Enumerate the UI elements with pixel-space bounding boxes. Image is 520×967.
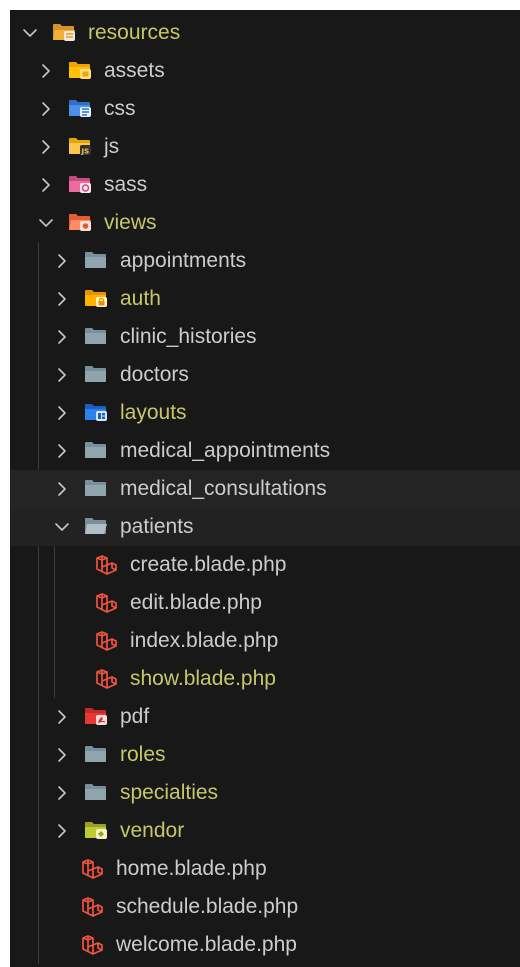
chevron-right-icon[interactable] bbox=[52, 783, 72, 803]
tree-item-label: clinic_histories bbox=[120, 325, 257, 348]
tree-item-label: vendor bbox=[120, 819, 185, 842]
tree-folder-roles[interactable]: roles bbox=[10, 736, 520, 774]
chevron-right-icon[interactable] bbox=[52, 289, 72, 309]
chevron-right-icon[interactable] bbox=[52, 441, 72, 461]
chevron-right-icon[interactable] bbox=[52, 327, 72, 347]
folder-views-open-icon bbox=[68, 212, 92, 232]
tree-folder-clinic-histories[interactable]: clinic_histories bbox=[10, 318, 520, 356]
tree-item-label: home.blade.php bbox=[116, 857, 267, 880]
tree-item-label: assets bbox=[104, 59, 165, 82]
tree-folder-assets[interactable]: assets bbox=[10, 52, 520, 90]
tree-item-label: edit.blade.php bbox=[130, 591, 262, 614]
tree-folder-pdf[interactable]: pdf bbox=[10, 698, 520, 736]
chevron-right-icon[interactable] bbox=[52, 479, 72, 499]
tree-item-label: views bbox=[104, 211, 157, 234]
laravel-blade-icon bbox=[94, 630, 118, 651]
tree-folder-specialties[interactable]: specialties bbox=[10, 774, 520, 812]
tree-file-index-blade-php[interactable]: index.blade.php bbox=[10, 622, 520, 660]
chevron-right-icon[interactable] bbox=[36, 99, 56, 119]
tree-item-label: auth bbox=[120, 287, 161, 310]
chevron-right-icon[interactable] bbox=[52, 821, 72, 841]
laravel-blade-icon bbox=[80, 896, 104, 917]
file-explorer: resources assets css JS js sass views appointme… bbox=[10, 10, 520, 967]
folder-icon bbox=[84, 744, 108, 764]
tree-item-label: pdf bbox=[120, 705, 150, 728]
tree-item-label: appointments bbox=[120, 249, 247, 272]
file-tree: resources assets css JS js sass views appointme… bbox=[10, 10, 520, 967]
folder-icon bbox=[84, 250, 108, 270]
tree-item-label: sass bbox=[104, 173, 148, 196]
tree-folder-css[interactable]: css bbox=[10, 90, 520, 128]
tree-item-label: patients bbox=[120, 515, 194, 538]
tree-item-label: roles bbox=[120, 743, 166, 766]
folder-layouts-icon bbox=[84, 402, 108, 422]
tree-item-label: medical_consultations bbox=[120, 477, 327, 500]
folder-pdf-icon bbox=[84, 706, 108, 726]
folder-open-icon bbox=[84, 516, 108, 536]
tree-item-label: medical_appointments bbox=[120, 439, 331, 462]
tree-item-label: specialties bbox=[120, 781, 219, 804]
chevron-right-icon[interactable] bbox=[36, 137, 56, 157]
tree-folder-medical-consultations[interactable]: medical_consultations bbox=[10, 470, 520, 508]
tree-folder-doctors[interactable]: doctors bbox=[10, 356, 520, 394]
tree-item-label: welcome.blade.php bbox=[116, 933, 297, 956]
tree-folder-medical-appointments[interactable]: medical_appointments bbox=[10, 432, 520, 470]
tree-item-label: js bbox=[104, 135, 120, 158]
laravel-blade-icon bbox=[94, 554, 118, 575]
tree-folder-vendor[interactable]: vendor bbox=[10, 812, 520, 850]
folder-css-icon bbox=[68, 98, 92, 118]
tree-file-welcome-blade-php[interactable]: welcome.blade.php bbox=[10, 926, 520, 964]
tree-folder-views[interactable]: views bbox=[10, 204, 520, 242]
tree-folder-js[interactable]: JS js bbox=[10, 128, 520, 166]
folder-resource-open-icon bbox=[52, 22, 76, 42]
tree-folder-resources[interactable]: resources bbox=[10, 14, 520, 52]
tree-file-edit-blade-php[interactable]: edit.blade.php bbox=[10, 584, 520, 622]
folder-icon bbox=[84, 478, 108, 498]
tree-folder-sass[interactable]: sass bbox=[10, 166, 520, 204]
tree-item-label: show.blade.php bbox=[130, 667, 276, 690]
laravel-blade-icon bbox=[80, 934, 104, 955]
tree-folder-appointments[interactable]: appointments bbox=[10, 242, 520, 280]
svg-text:JS: JS bbox=[81, 148, 90, 156]
laravel-blade-icon bbox=[94, 592, 118, 613]
tree-item-label: doctors bbox=[120, 363, 189, 386]
tree-item-label: schedule.blade.php bbox=[116, 895, 299, 918]
chevron-right-icon[interactable] bbox=[36, 175, 56, 195]
folder-icon bbox=[84, 364, 108, 384]
tree-item-label: layouts bbox=[120, 401, 187, 424]
chevron-right-icon[interactable] bbox=[52, 365, 72, 385]
laravel-blade-icon bbox=[80, 858, 104, 879]
tree-item-label: resources bbox=[88, 21, 181, 44]
folder-icon bbox=[84, 782, 108, 802]
tree-folder-layouts[interactable]: layouts bbox=[10, 394, 520, 432]
chevron-down-icon[interactable] bbox=[20, 23, 40, 43]
folder-icon bbox=[84, 440, 108, 460]
folder-auth-icon bbox=[84, 288, 108, 308]
tree-file-home-blade-php[interactable]: home.blade.php bbox=[10, 850, 520, 888]
chevron-down-icon[interactable] bbox=[36, 213, 56, 233]
laravel-blade-icon bbox=[94, 668, 118, 689]
chevron-right-icon[interactable] bbox=[52, 251, 72, 271]
folder-icon bbox=[84, 326, 108, 346]
chevron-right-icon[interactable] bbox=[52, 707, 72, 727]
folder-assets-icon bbox=[68, 60, 92, 80]
tree-folder-auth[interactable]: auth bbox=[10, 280, 520, 318]
tree-file-schedule-blade-php[interactable]: schedule.blade.php bbox=[10, 888, 520, 926]
chevron-right-icon[interactable] bbox=[52, 745, 72, 765]
chevron-down-icon[interactable] bbox=[52, 517, 72, 537]
tree-file-create-blade-php[interactable]: create.blade.php bbox=[10, 546, 520, 584]
chevron-right-icon[interactable] bbox=[36, 61, 56, 81]
chevron-right-icon[interactable] bbox=[52, 403, 72, 423]
tree-item-label: index.blade.php bbox=[130, 629, 279, 652]
tree-folder-patients[interactable]: patients bbox=[10, 508, 520, 546]
folder-js-icon: JS bbox=[68, 136, 92, 156]
tree-item-label: create.blade.php bbox=[130, 553, 287, 576]
tree-file-show-blade-php[interactable]: show.blade.php bbox=[10, 660, 520, 698]
folder-sass-icon bbox=[68, 174, 92, 194]
tree-item-label: css bbox=[104, 97, 136, 120]
folder-vendor-icon bbox=[84, 820, 108, 840]
